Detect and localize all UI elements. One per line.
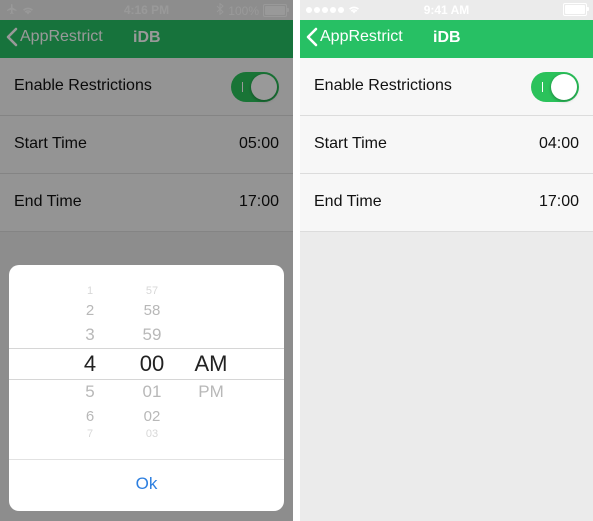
minute-option: 59 [142, 325, 162, 344]
end-time-value: 17:00 [538, 193, 579, 210]
start-time-label: Start Time [314, 135, 387, 152]
enable-restrictions-label: Enable Restrictions [314, 77, 452, 94]
enable-restrictions-row: Enable Restrictions [300, 58, 593, 116]
hour-option: 1 [86, 285, 94, 297]
minute-wheel[interactable]: 57 58 59 00 01 02 03 [130, 265, 174, 460]
minute-option: 02 [143, 408, 161, 425]
time-picker-wheels: 1 2 3 4 5 6 7 57 58 59 00 01 02 03 AM PM [9, 265, 284, 460]
status-bar: 9:41 AM [300, 0, 593, 20]
chevron-left-icon [306, 27, 318, 47]
minute-option: 03 [145, 428, 159, 440]
period-option: PM [198, 382, 224, 401]
ampm-wheel[interactable]: AM PM [188, 265, 234, 460]
hour-option: 2 [85, 302, 95, 319]
minute-option: 58 [143, 302, 161, 319]
status-time: 9:41 AM [423, 3, 470, 17]
toggle-knob [551, 74, 577, 100]
toggle-on-indicator [542, 82, 543, 92]
minute-option: 57 [145, 285, 159, 297]
right-phone-screen: 9:41 AM AppRestrict iDB Enable Restricti… [300, 0, 593, 521]
minute-selected: 00 [139, 351, 165, 376]
settings-list: Enable Restrictions Start Time 04:00 End… [300, 58, 593, 232]
hour-option: 7 [86, 428, 94, 440]
left-phone-screen: 4:16 PM 100% AppRestrict iDB Enable Rest… [0, 0, 293, 521]
battery-icon [563, 3, 589, 16]
ok-button[interactable]: Ok [9, 460, 284, 511]
navigation-bar: AppRestrict iDB [300, 20, 593, 58]
hour-option: 5 [85, 382, 95, 401]
minute-option: 01 [142, 382, 162, 401]
hour-wheel[interactable]: 1 2 3 4 5 6 7 [68, 265, 112, 460]
time-picker-sheet: 1 2 3 4 5 6 7 57 58 59 00 01 02 03 AM PM [9, 265, 284, 511]
period-selected: AM [194, 351, 228, 376]
hour-option: 3 [85, 325, 95, 344]
back-label: AppRestrict [320, 28, 403, 45]
end-time-label: End Time [314, 193, 382, 210]
start-time-row[interactable]: Start Time 04:00 [300, 116, 593, 174]
hour-option: 6 [85, 408, 95, 425]
back-button[interactable]: AppRestrict [306, 27, 403, 47]
start-time-value: 04:00 [538, 135, 579, 152]
enable-restrictions-toggle[interactable] [531, 72, 579, 102]
end-time-row[interactable]: End Time 17:00 [300, 174, 593, 232]
hour-selected: 4 [83, 351, 97, 376]
nav-title: iDB [433, 29, 461, 46]
